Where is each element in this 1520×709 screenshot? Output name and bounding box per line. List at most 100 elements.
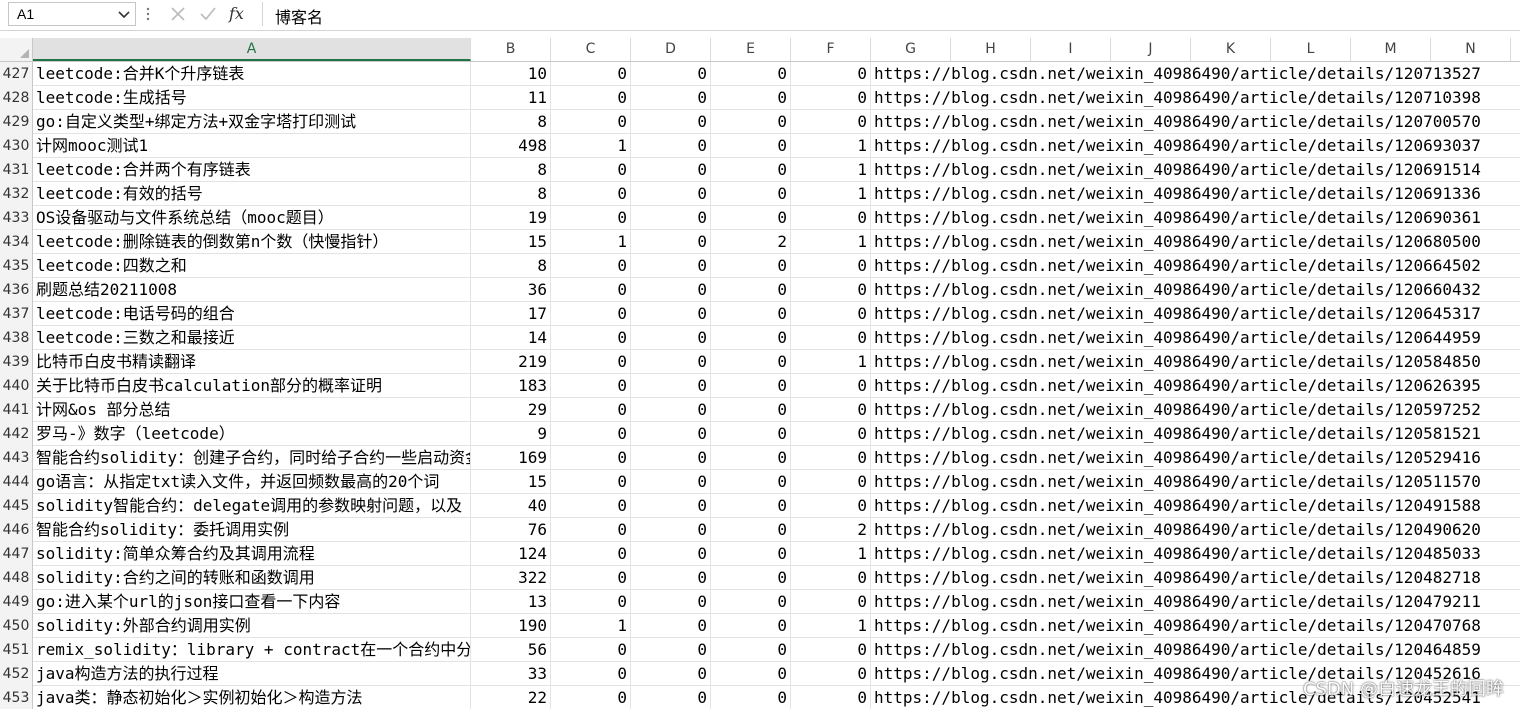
cell-c[interactable]: 1 <box>551 134 631 158</box>
cell-url[interactable]: https://blog.csdn.net/weixin_40986490/ar… <box>871 566 1520 590</box>
cell-e[interactable]: 0 <box>711 638 791 662</box>
chevron-down-icon[interactable] <box>117 6 131 22</box>
cell-url[interactable]: https://blog.csdn.net/weixin_40986490/ar… <box>871 542 1520 566</box>
row-header[interactable]: 445 <box>0 494 33 518</box>
cell-e[interactable]: 0 <box>711 134 791 158</box>
cell-url[interactable]: https://blog.csdn.net/weixin_40986490/ar… <box>871 590 1520 614</box>
cell-views[interactable]: 219 <box>471 350 551 374</box>
cell-c[interactable]: 0 <box>551 302 631 326</box>
cell-title[interactable]: java类：静态初始化＞实例初始化＞构造方法 <box>33 686 471 709</box>
cell-title[interactable]: 计网mooc测试1 <box>33 134 471 158</box>
cell-views[interactable]: 33 <box>471 662 551 686</box>
cell-url[interactable]: https://blog.csdn.net/weixin_40986490/ar… <box>871 374 1520 398</box>
check-icon[interactable] <box>198 4 218 24</box>
cell-title[interactable]: OS设备驱动与文件系统总结（mooc题目） <box>33 206 471 230</box>
cell-d[interactable]: 0 <box>631 614 711 638</box>
cell-url[interactable]: https://blog.csdn.net/weixin_40986490/ar… <box>871 278 1520 302</box>
column-header-i[interactable]: I <box>1031 38 1111 61</box>
cell-c[interactable]: 0 <box>551 422 631 446</box>
cell-title[interactable]: remix_solidity：library + contract在一个合约中分… <box>33 638 471 662</box>
cell-e[interactable]: 0 <box>711 566 791 590</box>
cell-d[interactable]: 0 <box>631 206 711 230</box>
cell-d[interactable]: 0 <box>631 374 711 398</box>
cell-e[interactable]: 2 <box>711 230 791 254</box>
column-header-b[interactable]: B <box>471 38 551 61</box>
row-header[interactable]: 429 <box>0 110 33 134</box>
cell-e[interactable]: 0 <box>711 518 791 542</box>
cell-d[interactable]: 0 <box>631 566 711 590</box>
cell-d[interactable]: 0 <box>631 422 711 446</box>
row-header[interactable]: 453 <box>0 686 33 709</box>
cell-d[interactable]: 0 <box>631 62 711 86</box>
cell-title[interactable]: 刷题总结20211008 <box>33 278 471 302</box>
cell-f[interactable]: 0 <box>791 566 871 590</box>
column-header-j[interactable]: J <box>1111 38 1191 61</box>
cell-title[interactable]: go语言：从指定txt读入文件，并返回频数最高的20个词 <box>33 470 471 494</box>
cell-views[interactable]: 19 <box>471 206 551 230</box>
cell-views[interactable]: 76 <box>471 518 551 542</box>
cell-url[interactable]: https://blog.csdn.net/weixin_40986490/ar… <box>871 254 1520 278</box>
cell-url[interactable]: https://blog.csdn.net/weixin_40986490/ar… <box>871 518 1520 542</box>
row-header[interactable]: 434 <box>0 230 33 254</box>
cell-f[interactable]: 1 <box>791 350 871 374</box>
column-header-e[interactable]: E <box>711 38 791 61</box>
row-header[interactable]: 427 <box>0 62 33 86</box>
cell-views[interactable]: 9 <box>471 422 551 446</box>
cell-d[interactable]: 0 <box>631 638 711 662</box>
row-header[interactable]: 437 <box>0 302 33 326</box>
cell-views[interactable]: 56 <box>471 638 551 662</box>
cell-c[interactable]: 0 <box>551 446 631 470</box>
cell-c[interactable]: 0 <box>551 518 631 542</box>
cell-title[interactable]: leetcode:删除链表的倒数第n个数（快慢指针） <box>33 230 471 254</box>
cell-f[interactable]: 1 <box>791 614 871 638</box>
cell-c[interactable]: 0 <box>551 638 631 662</box>
cell-c[interactable]: 0 <box>551 254 631 278</box>
cell-views[interactable]: 183 <box>471 374 551 398</box>
cell-title[interactable]: leetcode:合并K个升序链表 <box>33 62 471 86</box>
cell-views[interactable]: 40 <box>471 494 551 518</box>
cell-e[interactable]: 0 <box>711 446 791 470</box>
cancel-icon[interactable] <box>168 4 188 24</box>
cell-c[interactable]: 0 <box>551 662 631 686</box>
cell-c[interactable]: 0 <box>551 590 631 614</box>
cell-d[interactable]: 0 <box>631 518 711 542</box>
row-header[interactable]: 430 <box>0 134 33 158</box>
cell-views[interactable]: 124 <box>471 542 551 566</box>
column-header-m[interactable]: M <box>1351 38 1431 61</box>
column-header-n[interactable]: N <box>1431 38 1511 61</box>
cell-f[interactable]: 0 <box>791 254 871 278</box>
cell-d[interactable]: 0 <box>631 230 711 254</box>
cell-views[interactable]: 169 <box>471 446 551 470</box>
cell-c[interactable]: 0 <box>551 158 631 182</box>
cell-f[interactable]: 0 <box>791 278 871 302</box>
cell-c[interactable]: 0 <box>551 86 631 110</box>
cell-url[interactable]: https://blog.csdn.net/weixin_40986490/ar… <box>871 638 1520 662</box>
cell-title[interactable]: solidity:简单众筹合约及其调用流程 <box>33 542 471 566</box>
cell-url[interactable]: https://blog.csdn.net/weixin_40986490/ar… <box>871 446 1520 470</box>
cell-f[interactable]: 1 <box>791 182 871 206</box>
cell-f[interactable]: 0 <box>791 326 871 350</box>
row-header[interactable]: 439 <box>0 350 33 374</box>
row-header[interactable]: 438 <box>0 326 33 350</box>
cell-url[interactable]: https://blog.csdn.net/weixin_40986490/ar… <box>871 302 1520 326</box>
cell-views[interactable]: 498 <box>471 134 551 158</box>
cell-c[interactable]: 0 <box>551 326 631 350</box>
row-header[interactable]: 447 <box>0 542 33 566</box>
cell-url[interactable]: https://blog.csdn.net/weixin_40986490/ar… <box>871 470 1520 494</box>
cell-d[interactable]: 0 <box>631 302 711 326</box>
cell-views[interactable]: 10 <box>471 62 551 86</box>
cell-e[interactable]: 0 <box>711 422 791 446</box>
cell-e[interactable]: 0 <box>711 470 791 494</box>
cell-f[interactable]: 0 <box>791 686 871 709</box>
cell-e[interactable]: 0 <box>711 326 791 350</box>
cell-e[interactable]: 0 <box>711 374 791 398</box>
cell-e[interactable]: 0 <box>711 494 791 518</box>
cell-f[interactable]: 0 <box>791 302 871 326</box>
cell-url[interactable]: https://blog.csdn.net/weixin_40986490/ar… <box>871 158 1520 182</box>
row-header[interactable]: 436 <box>0 278 33 302</box>
row-header[interactable]: 441 <box>0 398 33 422</box>
cell-d[interactable]: 0 <box>631 470 711 494</box>
cell-title[interactable]: 智能合约solidity：委托调用实例 <box>33 518 471 542</box>
cell-e[interactable]: 0 <box>711 686 791 709</box>
cell-e[interactable]: 0 <box>711 302 791 326</box>
